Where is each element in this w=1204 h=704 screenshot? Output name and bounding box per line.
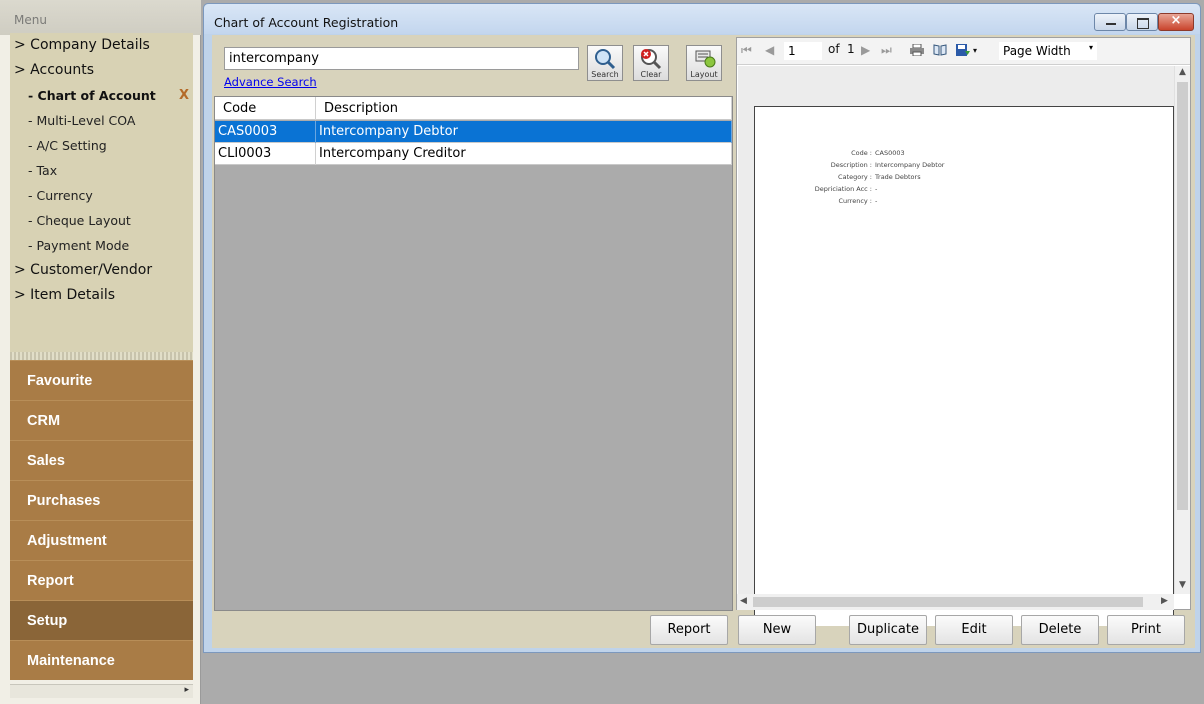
magnifier-icon [595, 49, 616, 70]
report-button[interactable]: Report [650, 615, 728, 645]
tree-item-payment-mode[interactable]: - Payment Mode [28, 238, 129, 253]
vertical-scroll-thumb[interactable] [1177, 82, 1188, 510]
module-crm[interactable]: CRM [10, 400, 193, 440]
tree-item-accounts[interactable]: > Accounts [14, 62, 94, 78]
table-row[interactable]: CAS0003 Intercompany Debtor [215, 121, 732, 143]
report-label-code: Code : [851, 149, 872, 157]
navigation-menu: Menu > Company Details > Accounts - Char… [0, 0, 201, 704]
clear-button[interactable]: Clear [633, 45, 669, 81]
module-maintenance[interactable]: Maintenance [10, 640, 193, 680]
tree-item-multi-level-coa[interactable]: - Multi-Level COA [28, 113, 135, 128]
scroll-down-icon[interactable]: ▼ [1179, 580, 1186, 590]
total-pages: 1 [847, 42, 855, 56]
last-page-icon[interactable]: ⏭ [881, 43, 892, 58]
layout-button[interactable]: Layout [686, 45, 722, 81]
tree-item-chart-of-account[interactable]: - Chart of Account [28, 88, 156, 103]
report-label-currency: Currency : [838, 197, 872, 205]
menu-title: Menu [14, 13, 47, 27]
print-button[interactable]: Print [1107, 615, 1185, 645]
print-icon[interactable] [910, 44, 924, 56]
window-content: Advance Search Search Clear [212, 35, 1195, 648]
report-viewer: ⏮ ◀ 1 of 1 ▶ ⏭ ▾ Page Width ▾ Code: CAS… [736, 37, 1191, 626]
table-row[interactable]: CLI0003 Intercompany Creditor [215, 143, 732, 165]
of-label: of [828, 42, 840, 56]
menu-splitter[interactable] [10, 352, 193, 360]
duplicate-button[interactable]: Duplicate [849, 615, 927, 645]
tree-item-currency[interactable]: - Currency [28, 188, 93, 203]
window-titlebar[interactable]: Chart of Account Registration × [204, 4, 1200, 34]
close-button[interactable]: × [1158, 13, 1194, 31]
zoom-select[interactable]: Page Width ▾ [998, 41, 1098, 61]
tree-item-ac-setting[interactable]: - A/C Setting [28, 138, 107, 153]
module-report[interactable]: Report [10, 560, 193, 600]
scroll-right-icon[interactable]: ▶ [1161, 596, 1168, 606]
layout-icon [695, 50, 716, 68]
report-label-depreciation: Depriciation Acc : [814, 185, 872, 193]
menu-tree: > Company Details > Accounts - Chart of … [10, 33, 193, 353]
search-input[interactable] [224, 47, 579, 70]
report-value-depreciation: - [875, 185, 878, 193]
page-number-input[interactable]: 1 [783, 41, 823, 61]
menu-header: Menu [0, 0, 201, 35]
module-purchases[interactable]: Purchases [10, 480, 193, 520]
tree-item-company-details[interactable]: > Company Details [14, 37, 150, 53]
scroll-left-icon[interactable]: ◀ [740, 596, 747, 606]
cell-code: CAS0003 [215, 121, 316, 143]
horizontal-scrollbar[interactable]: ◀ ▶ [737, 594, 1174, 610]
cell-description: Intercompany Creditor [316, 143, 732, 165]
next-page-icon[interactable]: ▶ [861, 43, 870, 57]
vertical-scrollbar[interactable]: ▲ ▼ [1174, 66, 1190, 594]
report-value-description: Intercompany Debtor [875, 161, 945, 169]
horizontal-scroll-thumb[interactable] [753, 597, 1143, 607]
column-header-code[interactable]: Code [215, 97, 316, 120]
first-page-icon[interactable]: ⏮ [741, 43, 752, 58]
tree-item-tax[interactable]: - Tax [28, 163, 57, 178]
report-value-code: CAS0003 [875, 149, 905, 157]
menu-footer: ▸ [10, 684, 193, 698]
new-button[interactable]: New [738, 615, 816, 645]
viewer-toolbar: ⏮ ◀ 1 of 1 ▶ ⏭ ▾ Page Width ▾ [737, 38, 1190, 65]
cell-code: CLI0003 [215, 143, 316, 165]
chevron-down-icon: ▾ [1088, 43, 1093, 52]
expand-arrow-icon[interactable]: ▸ [184, 685, 189, 695]
grid-header: Code Description [215, 97, 732, 120]
advance-search-link[interactable]: Advance Search [224, 75, 317, 89]
zoom-value: Page Width [1003, 44, 1071, 58]
report-canvas: Code : CAS0003 Description : Intercompan… [738, 66, 1175, 626]
edit-button[interactable]: Edit [935, 615, 1013, 645]
module-adjustment[interactable]: Adjustment [10, 520, 193, 560]
previous-page-icon[interactable]: ◀ [765, 43, 774, 57]
tree-item-customer-vendor[interactable]: > Customer/Vendor [14, 262, 152, 278]
clear-icon [641, 49, 662, 70]
export-dropdown-icon[interactable]: ▾ [973, 46, 977, 55]
report-label-description: Description : [830, 161, 872, 169]
clear-button-label: Clear [640, 70, 662, 79]
close-icon: × [1170, 13, 1182, 28]
page-setup-icon[interactable] [933, 44, 947, 56]
cell-description: Intercompany Debtor [316, 121, 732, 143]
layout-button-label: Layout [690, 70, 718, 79]
module-sales[interactable]: Sales [10, 440, 193, 480]
scroll-up-icon[interactable]: ▲ [1179, 67, 1186, 77]
minimize-button[interactable] [1094, 13, 1126, 31]
window-title: Chart of Account Registration [214, 15, 399, 30]
search-button[interactable]: Search [587, 45, 623, 81]
accounts-grid: Code Description CAS0003 Intercompany De… [214, 96, 733, 611]
module-setup[interactable]: Setup [10, 600, 193, 640]
report-value-currency: - [875, 197, 878, 205]
export-icon[interactable] [956, 44, 970, 56]
search-button-label: Search [591, 70, 619, 79]
tree-item-item-details[interactable]: > Item Details [14, 287, 115, 303]
column-header-description[interactable]: Description [316, 97, 732, 120]
maximize-button[interactable] [1126, 13, 1158, 31]
report-value-category: Trade Debtors [875, 173, 921, 181]
tree-item-cheque-layout[interactable]: - Cheque Layout [28, 213, 131, 228]
delete-button[interactable]: Delete [1021, 615, 1099, 645]
close-tab-icon[interactable]: X [179, 88, 189, 103]
module-favourite[interactable]: Favourite [10, 360, 193, 400]
report-page: Code : CAS0003 Description : Intercompan… [754, 106, 1174, 626]
chart-of-account-window: Chart of Account Registration × Advance … [203, 3, 1201, 653]
module-list: Favourite CRM Sales Purchases Adjustment… [10, 360, 193, 680]
report-label-category: Category : [838, 173, 872, 181]
